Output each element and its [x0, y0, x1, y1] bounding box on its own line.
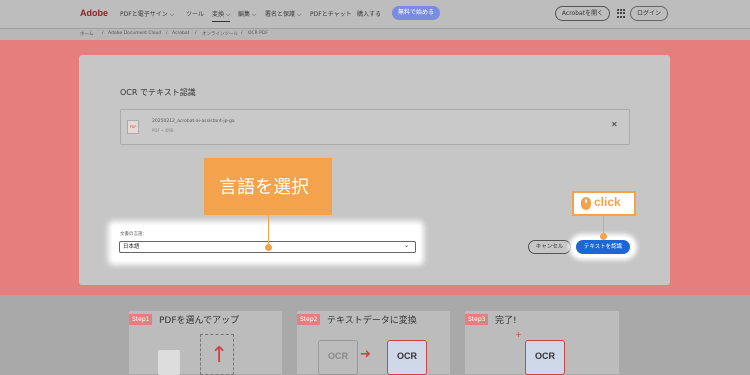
breadcrumb-home[interactable]: ホーム: [80, 31, 93, 37]
file-meta: PDF • 4MB: [152, 128, 174, 133]
breadcrumb-separator: /: [195, 31, 197, 36]
callout-line: [268, 215, 269, 247]
step-badge-3: Step3: [465, 314, 489, 325]
breadcrumb-separator: /: [166, 31, 168, 36]
nav-item-tools[interactable]: ツール: [186, 9, 204, 18]
select-language-callout-text: 言語を選択: [219, 177, 309, 198]
breadcrumb-document-cloud[interactable]: Adobe Document Cloud: [108, 31, 161, 36]
document-icon: [158, 350, 180, 375]
mouse-icon: [581, 197, 591, 210]
nav-item-sign-protect[interactable]: 署名と保護 ⌵: [265, 9, 301, 19]
arrow-right-icon: ➜: [360, 347, 371, 362]
step-title-1: PDFを選んでアップ: [159, 316, 240, 326]
remove-file-icon[interactable]: ✕: [611, 120, 618, 129]
click-callout-text: click: [594, 195, 621, 209]
nav-item-buy[interactable]: 購入する: [357, 9, 381, 18]
top-nav: Adobe PDFと電子サイン ⌵ ツール 変換 ⌵ 編集 ⌵ 署名と保護 ⌵ …: [0, 0, 750, 28]
file-name: 20250212_acrobat-ai-assistant-jp-ga: [152, 119, 235, 124]
chevron-down-icon[interactable]: ⌄: [404, 242, 409, 249]
nav-item-convert[interactable]: 変換 ⌵: [212, 9, 231, 22]
step-badge-1: Step1: [129, 314, 153, 325]
nav-item-edit[interactable]: 編集 ⌵: [238, 9, 256, 19]
language-label: 文書の言語：: [120, 232, 147, 237]
open-acrobat-button[interactable]: Acrobatを開く: [555, 6, 610, 21]
callout-dot: [265, 244, 272, 251]
cancel-button[interactable]: キャンセル: [528, 240, 571, 254]
apps-grid-icon[interactable]: [617, 9, 626, 18]
step-badge-2: Step2: [297, 314, 321, 325]
breadcrumb-acrobat[interactable]: Acrobat: [172, 31, 189, 36]
ocr-before-icon: OCR: [318, 340, 358, 375]
sparkle-icon: +: [515, 330, 522, 339]
nav-item-pdf-esign[interactable]: PDFと電子サイン ⌵: [120, 9, 174, 19]
callout-dot: [600, 233, 607, 240]
login-button[interactable]: ログイン: [630, 6, 668, 21]
recognize-text-button[interactable]: テキストを認識: [576, 240, 630, 254]
step-title-3: 完了!: [495, 316, 517, 326]
pdf-file-icon: PDF: [127, 120, 139, 134]
upload-arrow-icon: ↑: [210, 343, 229, 368]
breadcrumb: ホーム / Adobe Document Cloud / Acrobat / オ…: [0, 28, 750, 40]
adobe-logo[interactable]: Adobe: [80, 8, 108, 18]
nav-item-pdf-chat[interactable]: PDFとチャット: [310, 9, 352, 18]
dialog-title: OCR でテキスト認識: [120, 88, 196, 97]
breadcrumb-ocr-pdf: OCR PDF: [248, 31, 269, 36]
free-trial-button[interactable]: 無料で始める: [392, 6, 440, 20]
ocr-done-icon: OCR: [525, 340, 565, 375]
step-title-2: テキストデータに変換: [327, 316, 417, 326]
breadcrumb-separator: /: [241, 31, 243, 36]
breadcrumb-separator: /: [102, 31, 104, 36]
ocr-after-icon: OCR: [387, 340, 427, 375]
file-item: [120, 109, 630, 145]
breadcrumb-online-tools[interactable]: オンラインツール: [202, 31, 238, 37]
